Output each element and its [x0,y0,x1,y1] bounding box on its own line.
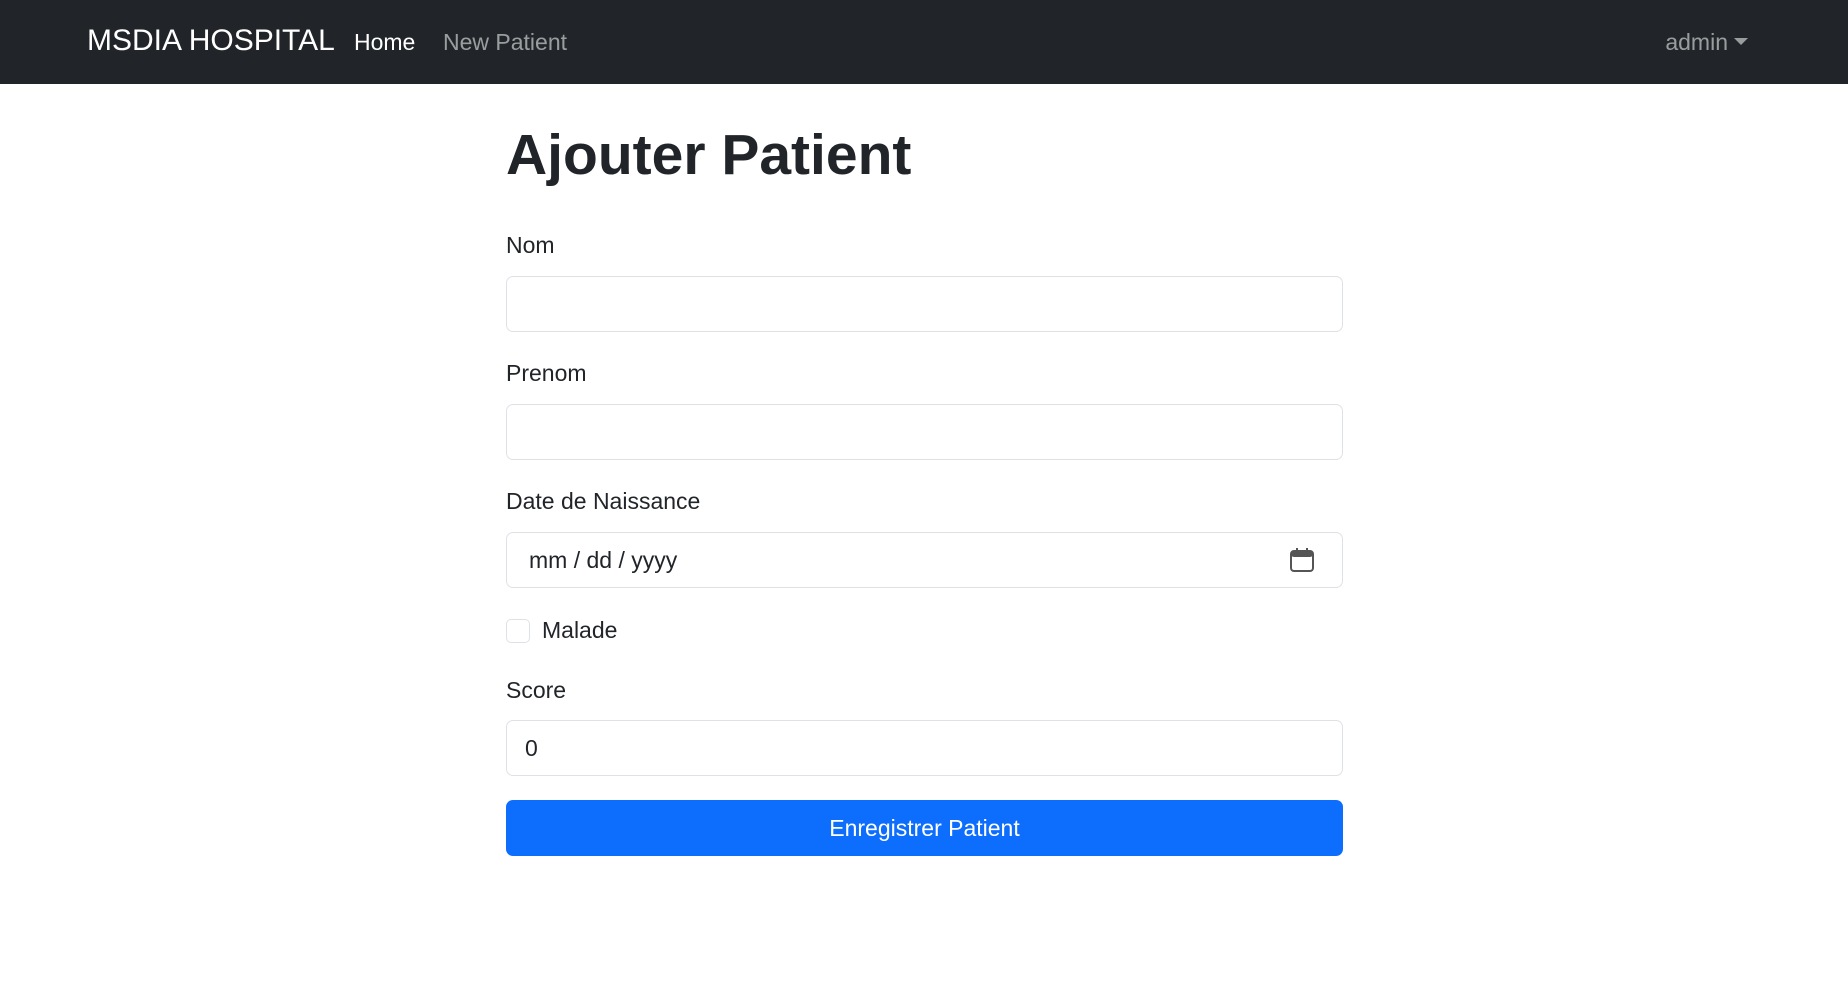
calendar-icon[interactable] [1289,547,1315,573]
nom-input[interactable] [506,276,1343,332]
nav-link-home[interactable]: Home [354,29,415,56]
chevron-down-icon [1734,38,1748,45]
prenom-label: Prenom [506,360,587,386]
date-placeholder: mm / dd / yyyy [529,547,678,573]
nom-label: Nom [506,232,555,258]
save-patient-button[interactable]: Enregistrer Patient [506,800,1343,856]
user-menu-dropdown[interactable]: admin [1665,29,1748,56]
page-title: Ajouter Patient [506,123,912,187]
date-naissance-label: Date de Naissance [506,488,701,514]
brand-logo[interactable]: MSDIA HOSPITAL [87,24,335,58]
malade-checkbox[interactable] [506,619,530,643]
top-navbar: MSDIA HOSPITAL Home New Patient admin [0,0,1848,84]
score-input[interactable] [506,720,1343,776]
prenom-input[interactable] [506,404,1343,460]
user-name: admin [1665,29,1728,55]
malade-label[interactable]: Malade [542,617,617,644]
nav-link-new-patient[interactable]: New Patient [443,29,567,56]
date-naissance-input[interactable]: mm / dd / yyyy [506,532,1343,588]
score-label: Score [506,677,567,703]
